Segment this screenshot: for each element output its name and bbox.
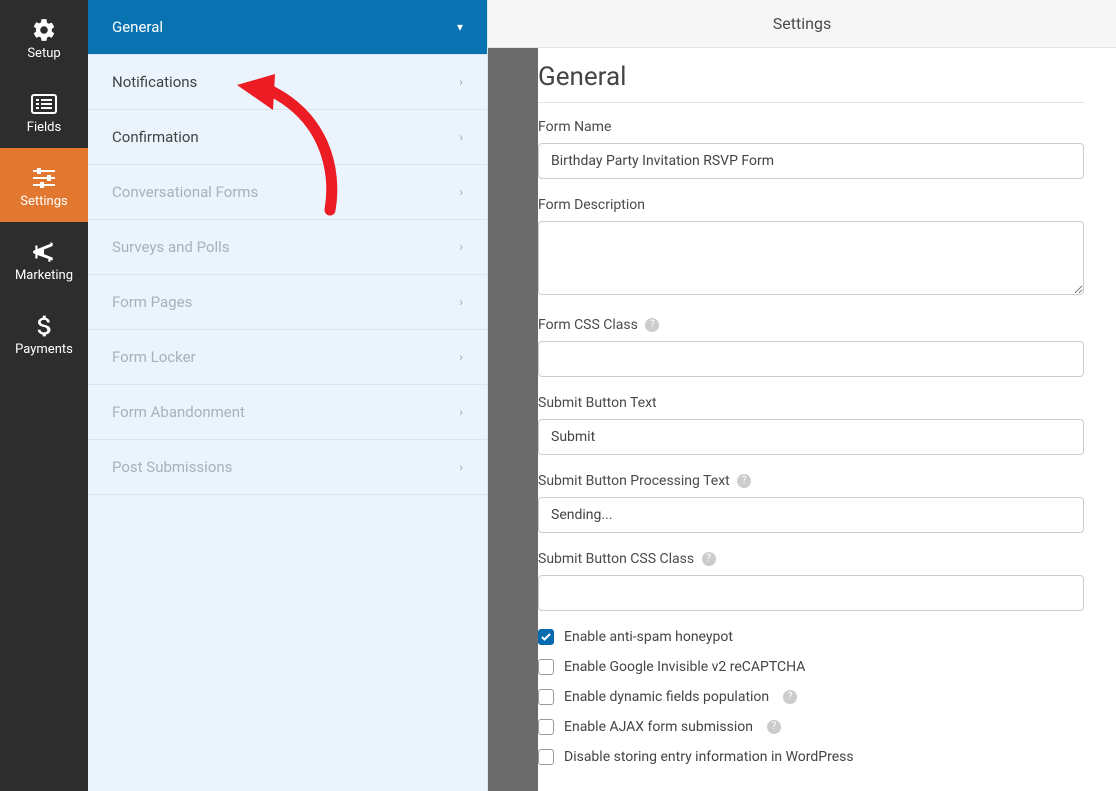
sub-item-label: General	[112, 18, 163, 36]
section-heading: General	[538, 62, 1084, 103]
form-css-class-label: Form CSS Class ?	[538, 317, 1084, 333]
primary-vertical-nav: Setup Fields Settings Marketing Payments	[0, 0, 88, 791]
sub-item-post-submissions[interactable]: Post Submissions ›	[88, 440, 487, 495]
checkbox-row-honeypot: Enable anti-spam honeypot	[538, 629, 1084, 645]
sub-item-label: Form Locker	[112, 348, 196, 366]
help-icon[interactable]: ?	[767, 720, 781, 734]
help-icon[interactable]: ?	[702, 552, 716, 566]
settings-subpanel: General ▾ Notifications › Confirmation ›…	[88, 0, 488, 791]
page-title: Settings	[773, 14, 831, 33]
sub-item-general[interactable]: General ▾	[88, 0, 487, 55]
nav-label: Settings	[20, 194, 67, 209]
help-icon[interactable]: ?	[645, 318, 659, 332]
checkbox-disable-storing[interactable]	[538, 749, 554, 765]
content-well: General Form Name Form Description Form …	[488, 48, 1116, 791]
list-icon	[31, 88, 57, 120]
sub-item-confirmation[interactable]: Confirmation ›	[88, 110, 487, 165]
checkbox-row-disable-storing: Disable storing entry information in Wor…	[538, 749, 1084, 765]
help-icon[interactable]: ?	[783, 690, 797, 704]
nav-marketing[interactable]: Marketing	[0, 222, 88, 296]
checkbox-label: Enable anti-spam honeypot	[564, 629, 733, 645]
help-icon[interactable]: ?	[737, 474, 751, 488]
chevron-right-icon: ›	[459, 405, 463, 419]
form-description-textarea[interactable]	[538, 221, 1084, 295]
form-description-label: Form Description	[538, 197, 1084, 213]
chevron-right-icon: ›	[459, 295, 463, 309]
sub-item-form-pages[interactable]: Form Pages ›	[88, 275, 487, 330]
submit-css-class-input[interactable]	[538, 575, 1084, 611]
checkbox-row-dynamic-fields: Enable dynamic fields population ?	[538, 689, 1084, 705]
content-card: General Form Name Form Description Form …	[538, 48, 1116, 791]
submit-css-class-label: Submit Button CSS Class ?	[538, 551, 1084, 567]
checkbox-label: Enable Google Invisible v2 reCAPTCHA	[564, 659, 805, 675]
nav-payments[interactable]: Payments	[0, 296, 88, 370]
sliders-icon	[31, 162, 57, 194]
sub-item-label: Form Pages	[112, 293, 192, 311]
sub-item-label: Notifications	[112, 73, 197, 91]
submit-processing-text-label: Submit Button Processing Text ?	[538, 473, 1084, 489]
form-css-class-input[interactable]	[538, 341, 1084, 377]
sub-item-label: Post Submissions	[112, 458, 232, 476]
dollar-icon	[36, 310, 52, 342]
sub-item-notifications[interactable]: Notifications ›	[88, 55, 487, 110]
submit-button-text-input[interactable]	[538, 419, 1084, 455]
top-bar: Settings	[488, 0, 1116, 48]
chevron-down-icon: ▾	[457, 20, 463, 34]
nav-label: Marketing	[15, 268, 73, 283]
checkbox-label: Enable AJAX form submission	[564, 719, 753, 735]
checkbox-recaptcha[interactable]	[538, 659, 554, 675]
checkbox-label: Disable storing entry information in Wor…	[564, 749, 854, 765]
sub-item-surveys-polls[interactable]: Surveys and Polls ›	[88, 220, 487, 275]
form-name-input[interactable]	[538, 143, 1084, 179]
main-column: Settings General Form Name Form Descript…	[488, 0, 1116, 791]
sub-item-label: Confirmation	[112, 128, 199, 146]
chevron-right-icon: ›	[459, 240, 463, 254]
bullhorn-icon	[31, 236, 57, 268]
sub-item-label: Conversational Forms	[112, 183, 258, 201]
chevron-right-icon: ›	[459, 350, 463, 364]
checkbox-row-recaptcha: Enable Google Invisible v2 reCAPTCHA	[538, 659, 1084, 675]
nav-fields[interactable]: Fields	[0, 74, 88, 148]
chevron-right-icon: ›	[459, 185, 463, 199]
nav-setup[interactable]: Setup	[0, 0, 88, 74]
nav-settings[interactable]: Settings	[0, 148, 88, 222]
checkbox-dynamic-fields[interactable]	[538, 689, 554, 705]
chevron-right-icon: ›	[459, 75, 463, 89]
checkbox-honeypot[interactable]	[538, 629, 554, 645]
sub-item-label: Surveys and Polls	[112, 238, 230, 256]
submit-processing-text-input[interactable]	[538, 497, 1084, 533]
sub-item-form-abandonment[interactable]: Form Abandonment ›	[88, 385, 487, 440]
sub-item-form-locker[interactable]: Form Locker ›	[88, 330, 487, 385]
submit-button-text-label: Submit Button Text	[538, 395, 1084, 411]
chevron-right-icon: ›	[459, 460, 463, 474]
sub-item-label: Form Abandonment	[112, 403, 245, 421]
checkbox-ajax[interactable]	[538, 719, 554, 735]
form-name-label: Form Name	[538, 119, 1084, 135]
nav-label: Fields	[27, 120, 61, 135]
checkbox-row-ajax: Enable AJAX form submission ?	[538, 719, 1084, 735]
nav-label: Setup	[27, 46, 60, 61]
nav-label: Payments	[15, 342, 73, 357]
chevron-right-icon: ›	[459, 130, 463, 144]
checkbox-label: Enable dynamic fields population	[564, 689, 769, 705]
gear-icon	[31, 14, 57, 46]
sub-item-conversational-forms[interactable]: Conversational Forms ›	[88, 165, 487, 220]
